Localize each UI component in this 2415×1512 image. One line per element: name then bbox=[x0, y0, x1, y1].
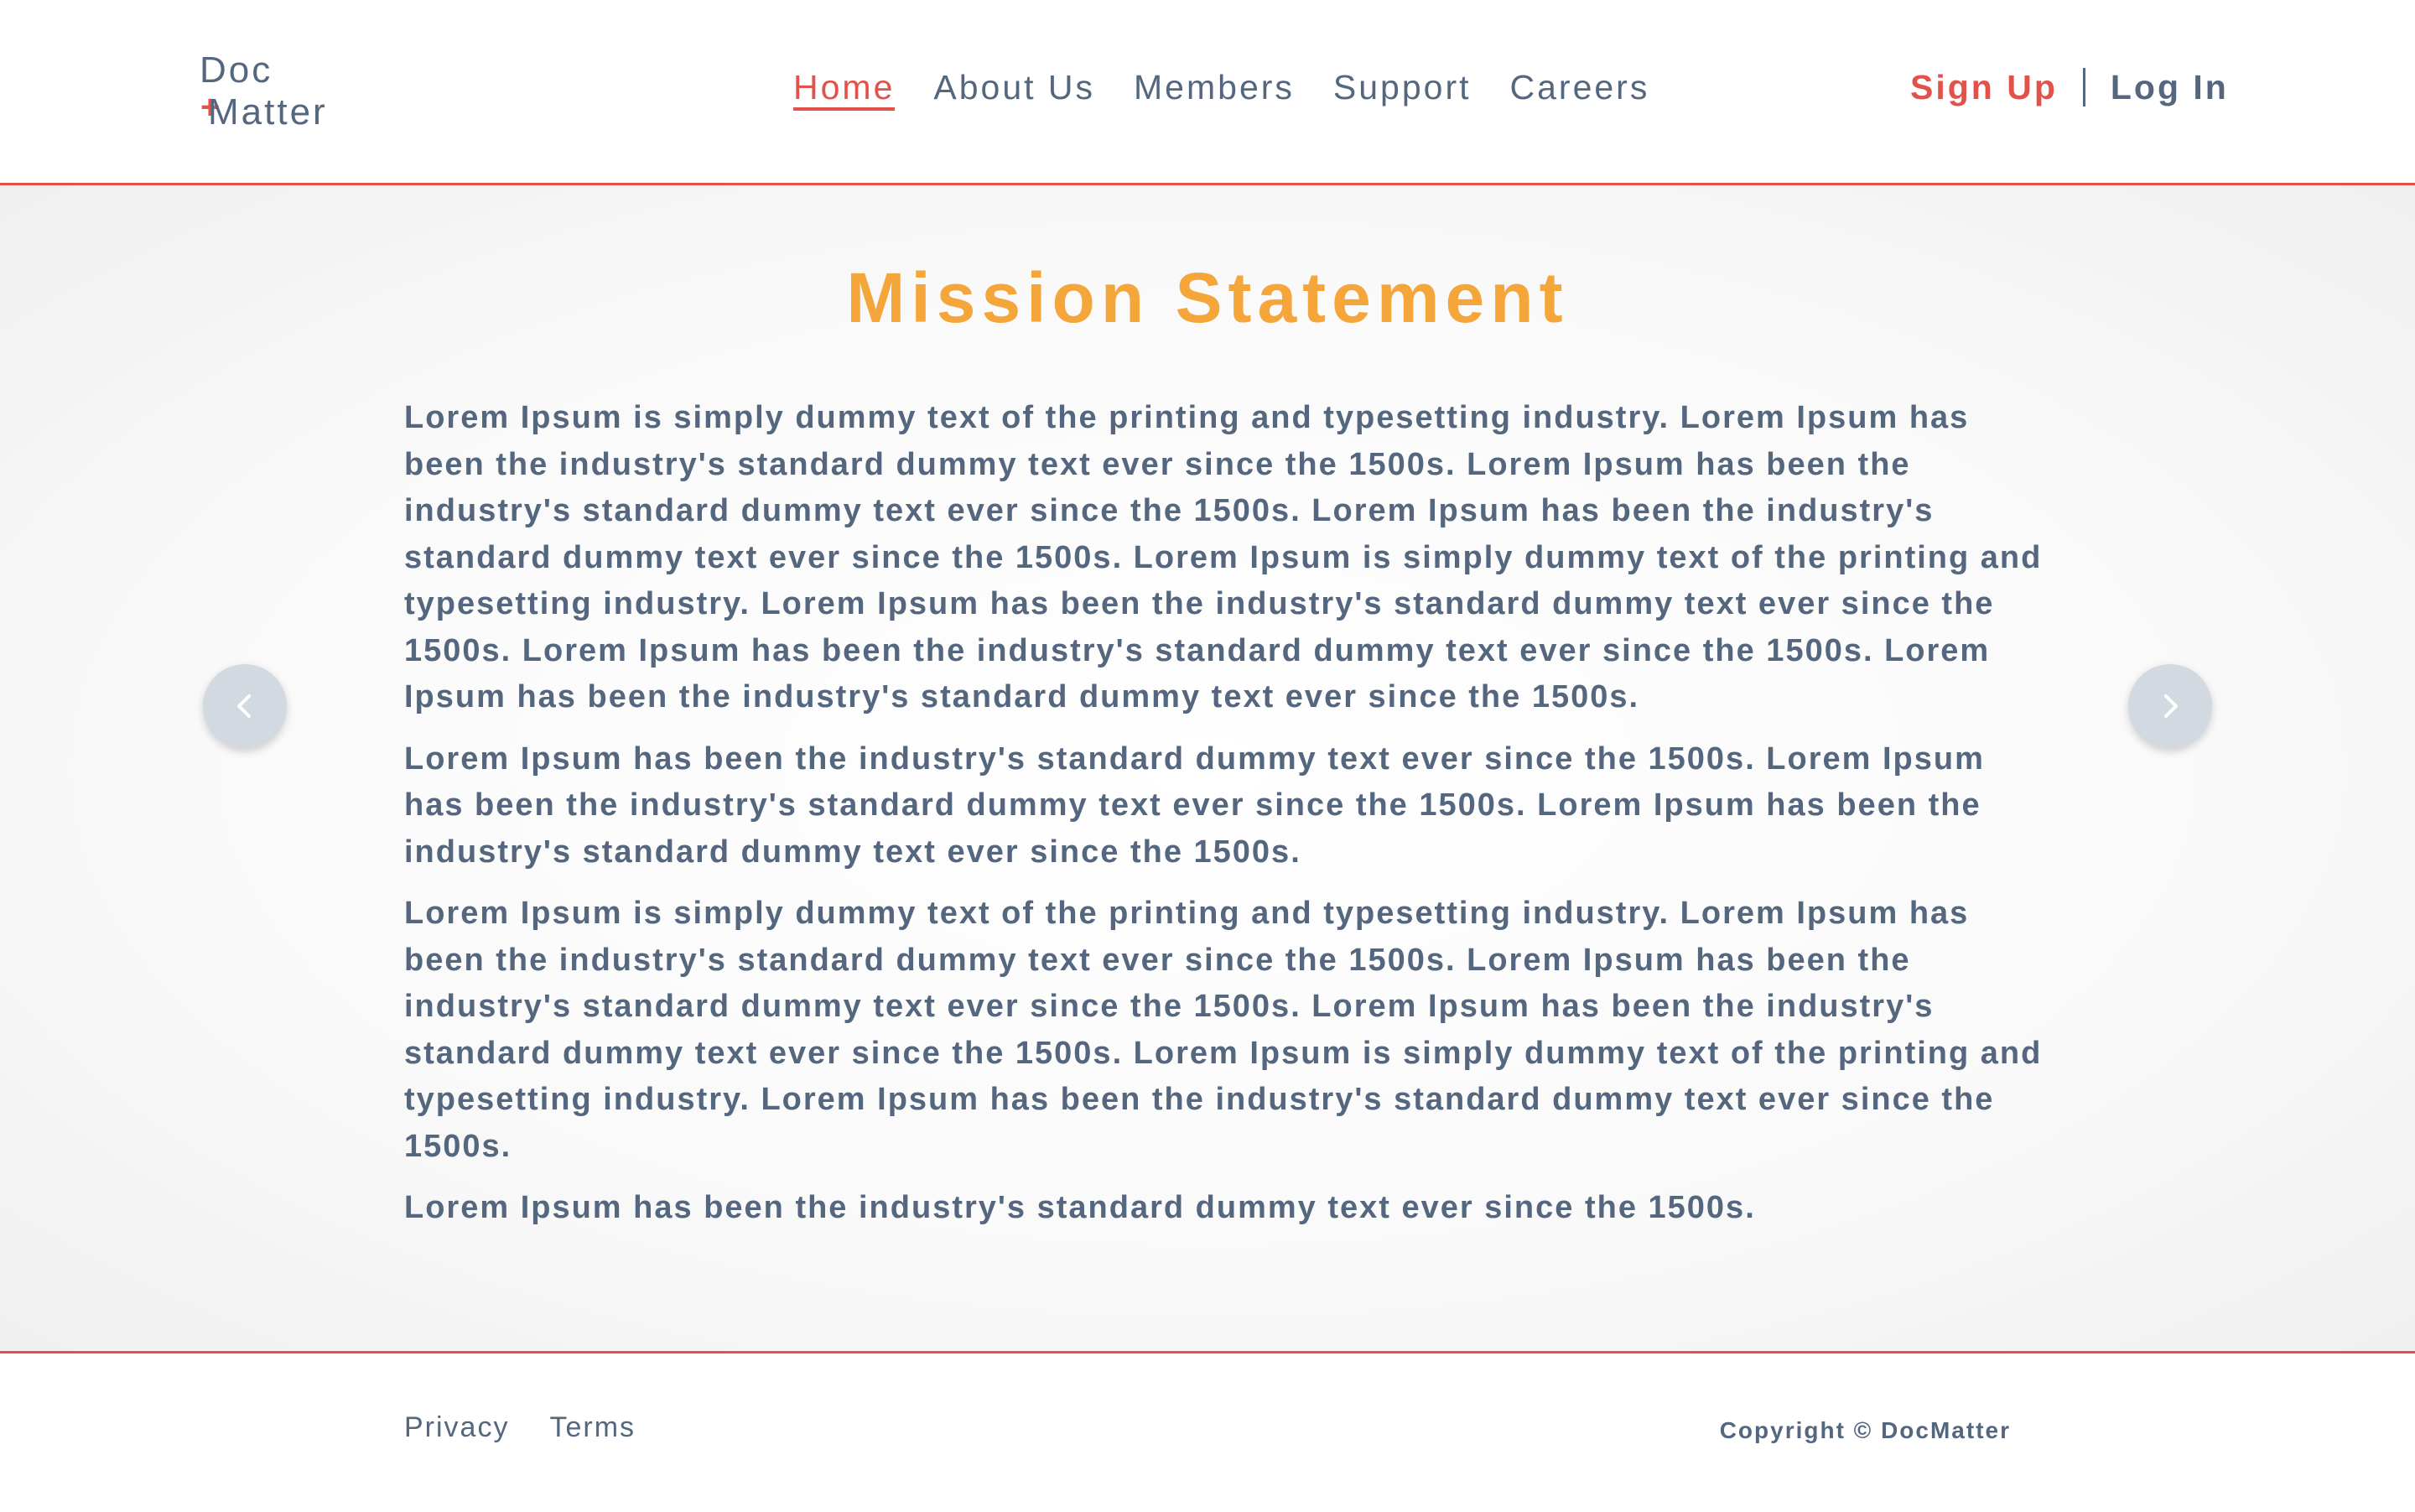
nav-item-careers[interactable]: Careers bbox=[1510, 65, 1650, 109]
footer-links: Privacy Terms bbox=[404, 1411, 636, 1444]
logo-text-matter: Matter bbox=[208, 91, 328, 132]
mission-paragraph-1: Lorem Ipsum is simply dummy text of the … bbox=[404, 400, 2043, 714]
mission-section: Mission Statement Lorem Ipsum is simply … bbox=[0, 185, 2415, 1351]
terms-link[interactable]: Terms bbox=[549, 1411, 636, 1444]
carousel-next-button[interactable] bbox=[2128, 664, 2212, 748]
mission-content: Lorem Ipsum is simply dummy text of the … bbox=[404, 395, 2048, 1232]
carousel-prev-button[interactable] bbox=[203, 664, 287, 748]
page-title: Mission Statement bbox=[846, 258, 1569, 337]
nav-item-about-us[interactable]: About Us bbox=[933, 65, 1095, 109]
sign-up-link[interactable]: Sign Up bbox=[1910, 65, 2058, 109]
copyright-text: Copyright © DocMatter bbox=[1719, 1417, 2011, 1443]
chevron-left-icon bbox=[237, 694, 251, 718]
logo-text-doc: Doc bbox=[200, 49, 273, 91]
auth-divider bbox=[2082, 68, 2085, 107]
main-nav: Home About Us Members Support Careers bbox=[793, 65, 1650, 111]
log-in-link[interactable]: Log In bbox=[2111, 65, 2229, 109]
mission-paragraph-3: Lorem Ipsum is simply dummy text of the … bbox=[404, 896, 2043, 1164]
chevron-right-icon bbox=[2164, 694, 2178, 718]
nav-item-home[interactable]: Home bbox=[793, 65, 896, 111]
mission-paragraph-4: Lorem Ipsum has been the industry's stan… bbox=[404, 1190, 1756, 1225]
nav-item-support[interactable]: Support bbox=[1333, 65, 1472, 109]
site-footer: Privacy Terms Copyright © DocMatter bbox=[0, 1351, 2415, 1512]
nav-item-members[interactable]: Members bbox=[1134, 65, 1295, 109]
mission-paragraph-2: Lorem Ipsum has been the industry's stan… bbox=[404, 740, 1985, 870]
privacy-link[interactable]: Privacy bbox=[404, 1411, 509, 1444]
auth-links: Sign Up Log In bbox=[1910, 65, 2229, 109]
docmatter-logo[interactable]: Doc + Matter bbox=[200, 47, 384, 139]
site-header: Doc + Matter Home About Us Members Suppo… bbox=[0, 0, 2415, 185]
